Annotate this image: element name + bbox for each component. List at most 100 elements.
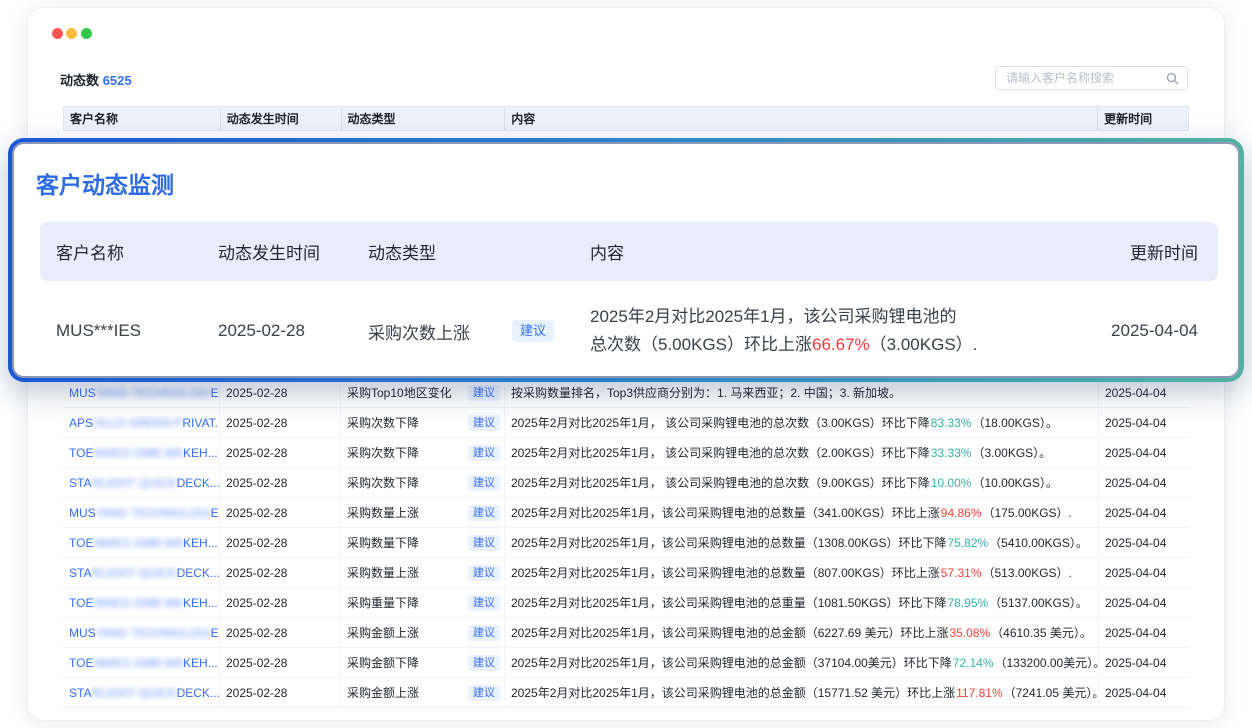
name-visible-prefix: APS bbox=[69, 416, 93, 430]
content-cell: 2025年2月对比2025年1月， 该公司采购锂电池的总次数（2.00KGS）环… bbox=[505, 438, 1099, 467]
content-text-post: （7241.05 美元）。 bbox=[1004, 684, 1099, 701]
table-row[interactable]: MUSTANG TECHNOLOGIES P...2025-02-28采购金额上… bbox=[63, 617, 1189, 647]
name-visible-suffix: ES P... bbox=[211, 386, 219, 400]
customer-name-cell: STARLIGHT QUICKDECK... bbox=[63, 558, 220, 587]
table-row[interactable]: TOENNIES GMB WAKEH...2025-02-28采购数量下降建议2… bbox=[63, 527, 1189, 557]
monitor-header-content: 内容 bbox=[580, 239, 1090, 264]
name-visible-prefix: MUS bbox=[69, 626, 96, 640]
content-text-post: （133200.00美元）。 bbox=[995, 654, 1100, 671]
monitor-header-row: 客户名称 动态发生时间 动态类型 内容 更新时间 bbox=[40, 222, 1218, 281]
monitor-event-date: 2025-02-28 bbox=[210, 321, 355, 341]
customer-name-link[interactable]: APSOLLO GREEN PRIVAT... bbox=[69, 416, 219, 430]
content-text-pre: 按采购数量排名，Top3供应商分别为：1. 马来西亚；2. 中国；3. 新加坡。 bbox=[511, 384, 901, 401]
content-cell: 2025年2月对比2025年1月，该公司采购锂电池的总金额（37104.00美元… bbox=[505, 648, 1099, 677]
monitor-featured-row: MUS***IES 2025-02-28 采购次数上涨 建议 2025年2月对比… bbox=[40, 281, 1218, 378]
customer-name-link[interactable]: MUSTANG TECHNOLOGIES P... bbox=[69, 506, 219, 520]
name-blurred-middle: NNIES GMB WA bbox=[93, 656, 183, 670]
name-visible-prefix: MUS bbox=[69, 386, 96, 400]
customer-name-link[interactable]: TOENNIES GMB WAKEH... bbox=[69, 446, 218, 460]
name-visible-prefix: TOE bbox=[69, 446, 93, 460]
updated-date-cell: 2025-04-04 bbox=[1099, 678, 1189, 707]
content-text-pre: 2025年2月对比2025年1月， 该公司采购锂电池的总次数（3.00KGS）环… bbox=[511, 414, 930, 431]
suggestion-badge: 建议 bbox=[468, 655, 500, 671]
monitor-customer-name: MUS***IES bbox=[40, 321, 210, 341]
content-cell: 2025年2月对比2025年1月，该公司采购锂电池的总金额（6227.69 美元… bbox=[505, 618, 1099, 647]
customer-name-link[interactable]: TOENNIES GMB WAKEH... bbox=[69, 596, 218, 610]
table-row[interactable]: TOENNIES GMB WAKEH...2025-02-28采购次数下降建议2… bbox=[63, 437, 1189, 467]
event-type-cell: 采购次数下降建议 bbox=[341, 438, 505, 467]
dynamics-count-value: 6525 bbox=[103, 73, 132, 88]
close-window-icon[interactable] bbox=[52, 28, 63, 39]
customer-name-link[interactable]: TOENNIES GMB WAKEH... bbox=[69, 656, 218, 670]
table-row[interactable]: STARLIGHT QUICKDECK...2025-02-28采购金额上涨建议… bbox=[63, 677, 1189, 707]
customer-name-link[interactable]: STARLIGHT QUICKDECK... bbox=[69, 686, 219, 700]
monitor-event-type: 采购次数上涨 bbox=[368, 319, 470, 344]
content-text-post: （5137.00KGS）。 bbox=[989, 594, 1088, 611]
name-blurred-middle: NNIES GMB WA bbox=[93, 536, 183, 550]
customer-name-cell: APSOLLO GREEN PRIVAT... bbox=[63, 408, 220, 437]
percent-value: 83.33% bbox=[930, 416, 973, 430]
name-visible-suffix: RIVAT... bbox=[182, 416, 219, 430]
monitor-card-inner: 客户动态监测 客户名称 动态发生时间 动态类型 内容 更新时间 MUS***IE… bbox=[12, 142, 1240, 378]
minimize-window-icon[interactable] bbox=[66, 28, 77, 39]
monitor-header-event-type: 动态类型 bbox=[355, 239, 580, 264]
table-row[interactable]: MUSTANG TECHNOLOGIES P...2025-02-28 采购数量上… bbox=[63, 497, 1189, 527]
customer-name-link[interactable]: MUSTANG TECHNOLOGIES P... bbox=[69, 386, 219, 400]
name-blurred-middle: RLIGHT QUICK bbox=[91, 686, 176, 700]
updated-date-cell: 2025-04-04 bbox=[1099, 438, 1189, 467]
event-type-label: 采购数量上涨 bbox=[347, 504, 419, 521]
content-text-pre: 2025年2月对比2025年1月， 该公司采购锂电池的总次数（9.00KGS）环… bbox=[511, 474, 930, 491]
event-type-label: 采购金额上涨 bbox=[347, 624, 419, 641]
table-row[interactable]: STARLIGHT QUICKDECK...2025-02-28采购次数下降建议… bbox=[63, 467, 1189, 497]
customer-name-cell: TOENNIES GMB WAKEH... bbox=[63, 438, 220, 467]
name-blurred-middle: RLIGHT QUICK bbox=[91, 476, 176, 490]
customer-name-link[interactable]: STARLIGHT QUICKDECK... bbox=[69, 476, 219, 490]
monitor-percent-value: 66.67% bbox=[812, 335, 870, 354]
event-type-cell: 采购Top10地区变化建议 bbox=[341, 378, 505, 407]
monitor-header-event-time: 动态发生时间 bbox=[210, 239, 355, 264]
name-visible-suffix: ES P... bbox=[211, 626, 219, 640]
customer-name-link[interactable]: STARLIGHT QUICKDECK... bbox=[69, 566, 219, 580]
maximize-window-icon[interactable] bbox=[81, 28, 92, 39]
customer-name-link[interactable]: MUSTANG TECHNOLOGIES P... bbox=[69, 626, 219, 640]
event-type-cell: 采购金额下降建议 bbox=[341, 648, 505, 677]
suggestion-badge: 建议 bbox=[468, 685, 500, 701]
content-text-pre: 2025年2月对比2025年1月，该公司采购锂电池的总金额（15771.52 美… bbox=[511, 684, 955, 701]
table-row[interactable]: TOENNIES GMB WAKEH...2025-02-28采购金额下降建议2… bbox=[63, 647, 1189, 677]
customer-name-cell: STARLIGHT QUICKDECK... bbox=[63, 468, 220, 497]
table-row[interactable]: TOENNIES GMB WAKEH...2025-02-28采购重量下降建议2… bbox=[63, 587, 1189, 617]
event-date-cell: 2025-02-28 bbox=[220, 468, 341, 497]
name-visible-suffix: KEH... bbox=[183, 446, 218, 460]
name-visible-suffix: KEH... bbox=[183, 536, 218, 550]
event-type-cell: 采购次数下降建议 bbox=[341, 468, 505, 497]
updated-date-cell: 2025-04-04 bbox=[1099, 468, 1189, 497]
name-visible-suffix: DECK... bbox=[177, 686, 219, 700]
percent-value: 57.31% bbox=[940, 566, 983, 580]
event-type-cell: 采购数量下降建议 bbox=[341, 528, 505, 557]
event-date-cell: 2025-02-28 bbox=[220, 678, 341, 707]
monitor-card-title: 客户动态监测 bbox=[36, 166, 174, 200]
search-input[interactable] bbox=[1004, 70, 1166, 86]
event-date-cell: 2025-02-28 bbox=[220, 558, 341, 587]
monitor-header-customer-name: 客户名称 bbox=[40, 239, 210, 264]
event-date-cell: 2025-02-28 bbox=[220, 588, 341, 617]
name-visible-prefix: STA bbox=[69, 686, 91, 700]
table-header-row: 客户名称 动态发生时间 动态类型 内容 更新时间 bbox=[63, 106, 1189, 131]
event-type-label: 采购数量下降 bbox=[347, 534, 419, 551]
name-visible-suffix: ES P... bbox=[211, 506, 219, 520]
customer-name-link[interactable]: TOENNIES GMB WAKEH... bbox=[69, 536, 218, 550]
event-date-cell: 2025-02-28 bbox=[220, 498, 341, 527]
content-text-post: （10.00KGS）。 bbox=[972, 474, 1057, 491]
customer-search-box[interactable] bbox=[995, 66, 1188, 90]
event-type-label: 采购Top10地区变化 bbox=[347, 384, 452, 401]
content-text-pre: 2025年2月对比2025年1月，该公司采购锂电池的总数量（807.00KGS）… bbox=[511, 564, 940, 581]
name-visible-prefix: TOE bbox=[69, 656, 93, 670]
content-text-pre: 2025年2月对比2025年1月，该公司采购锂电池的总数量（341.00KGS）… bbox=[511, 504, 940, 521]
table-body: MUSTANG TECHNOLOGIES P...2025-02-28采购Top… bbox=[63, 377, 1189, 708]
table-row[interactable]: STARLIGHT QUICKDECK...2025-02-28采购数量上涨建议… bbox=[63, 557, 1189, 587]
header-event-time: 动态发生时间 bbox=[221, 107, 342, 130]
header-content: 内容 bbox=[505, 107, 1098, 130]
event-type-cell: 采购次数下降建议 bbox=[341, 408, 505, 437]
name-visible-prefix: TOE bbox=[69, 596, 93, 610]
table-row[interactable]: APSOLLO GREEN PRIVAT...2025-02-28采购次数下降建… bbox=[63, 407, 1189, 437]
